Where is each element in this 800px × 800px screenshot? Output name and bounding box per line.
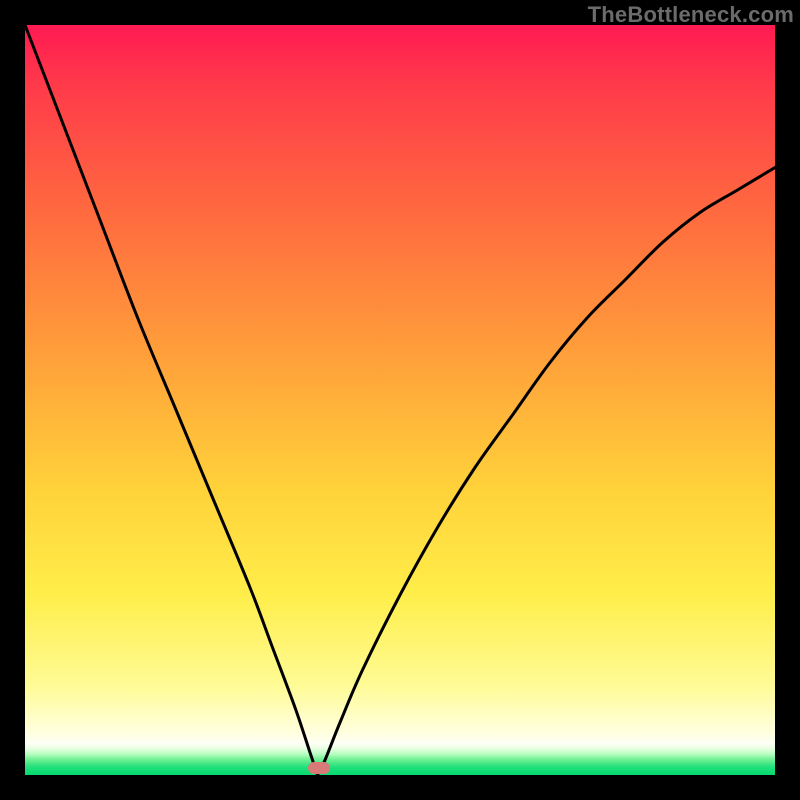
watermark-text: TheBottleneck.com: [588, 2, 794, 28]
chart-frame: TheBottleneck.com: [0, 0, 800, 800]
minimum-marker: [308, 762, 330, 774]
plot-area: [25, 25, 775, 775]
bottleneck-curve: [25, 25, 775, 775]
